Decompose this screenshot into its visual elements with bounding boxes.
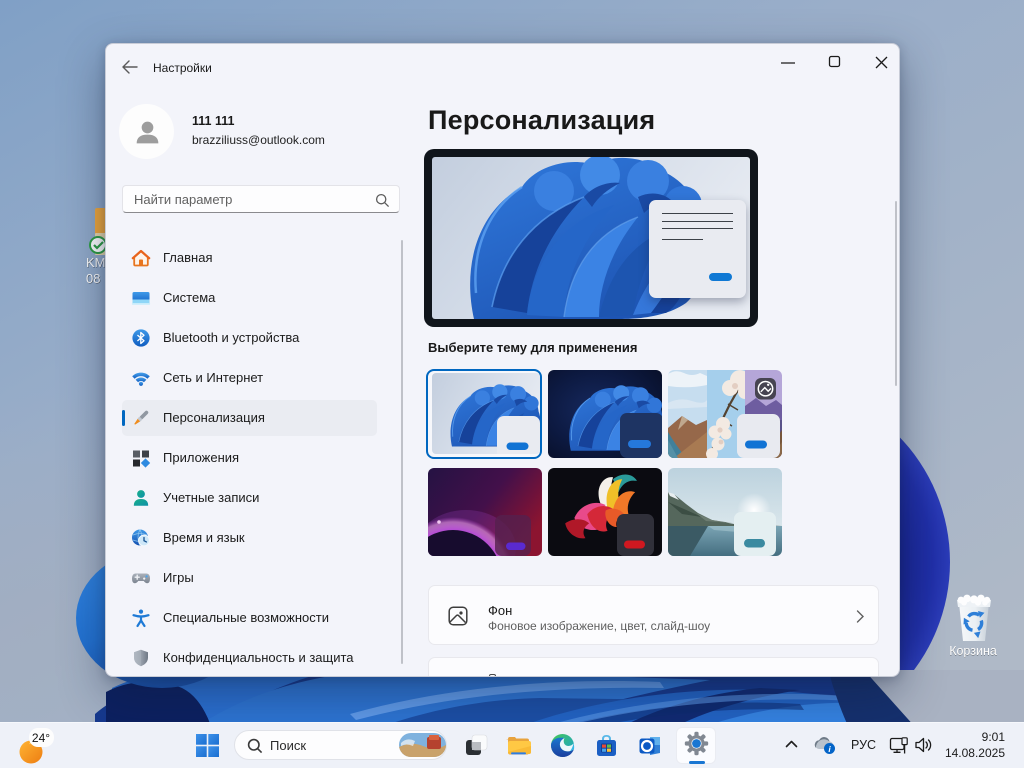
- svg-text:24°: 24°: [32, 731, 50, 745]
- svg-text:Корзина: Корзина: [949, 644, 997, 658]
- svg-text:KM: KM: [86, 255, 106, 270]
- svg-text:08: 08: [86, 271, 100, 286]
